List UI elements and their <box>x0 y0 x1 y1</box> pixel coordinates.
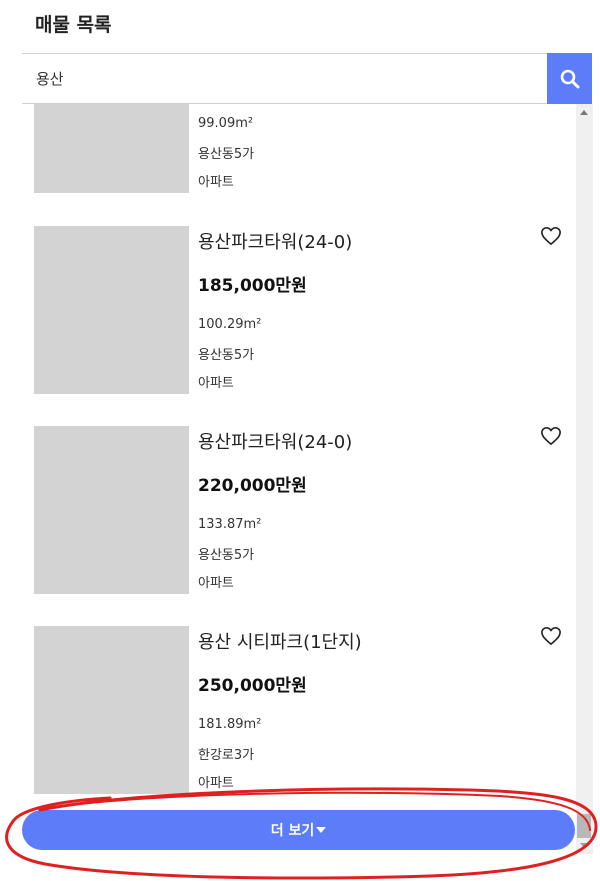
listing-card[interactable]: 용산 시티파크(1단지) 250,000만원 181.89m² 한강로3가 아파… <box>34 626 564 794</box>
caret-down-icon <box>316 827 327 833</box>
listing-price: 250,000만원 <box>198 676 307 696</box>
listing-address: 용산동5가 <box>198 147 255 162</box>
listing-area: 100.29m² <box>198 317 262 332</box>
heart-icon[interactable] <box>540 626 562 646</box>
listing-price: 220,000만원 <box>198 476 307 496</box>
heart-icon[interactable] <box>540 226 562 246</box>
load-more-label: 더 보기 <box>270 823 315 839</box>
scrollbar-thumb[interactable] <box>577 814 591 838</box>
search-icon <box>560 69 579 88</box>
listing-address: 용산동5가 <box>198 548 255 563</box>
listing-type: 아파트 <box>198 776 234 791</box>
load-more-button[interactable]: 더 보기 <box>22 810 575 850</box>
listing-price: 185,000만원 <box>198 276 307 296</box>
heart-icon[interactable] <box>540 426 562 446</box>
listing-address: 용산동5가 <box>198 348 255 363</box>
listing-list[interactable]: 99.09m² 용산동5가 아파트 용산파크타워(24-0) 185,000만원… <box>22 104 576 801</box>
listing-thumbnail <box>34 104 189 193</box>
search-button[interactable] <box>547 53 592 104</box>
listing-card[interactable]: 용산파크타워(24-0) 185,000만원 100.29m² 용산동5가 아파… <box>34 226 564 394</box>
listing-thumbnail <box>34 626 189 794</box>
listing-type: 아파트 <box>198 576 234 591</box>
listing-area: 181.89m² <box>198 717 262 732</box>
scroll-up-icon[interactable] <box>580 110 588 115</box>
listing-type: 아파트 <box>198 175 234 190</box>
listing-card[interactable]: 용산파크타워(24-0) 220,000만원 133.87m² 용산동5가 아파… <box>34 426 564 594</box>
listing-area: 99.09m² <box>198 116 254 131</box>
search-input[interactable] <box>22 54 547 103</box>
listing-type: 아파트 <box>198 376 234 391</box>
listing-card[interactable]: 99.09m² 용산동5가 아파트 <box>34 104 564 193</box>
scroll-down-icon[interactable] <box>580 843 588 848</box>
listing-thumbnail <box>34 426 189 594</box>
search-bar <box>22 53 592 104</box>
scrollbar[interactable] <box>576 104 593 854</box>
listing-address: 한강로3가 <box>198 748 255 763</box>
listing-name: 용산 시티파크(1단지) <box>198 632 362 653</box>
listing-area: 133.87m² <box>198 517 262 532</box>
listing-name: 용산파크타워(24-0) <box>198 232 353 253</box>
page-title: 매물 목록 <box>35 14 112 36</box>
listing-name: 용산파크타워(24-0) <box>198 432 353 453</box>
listing-thumbnail <box>34 226 189 394</box>
